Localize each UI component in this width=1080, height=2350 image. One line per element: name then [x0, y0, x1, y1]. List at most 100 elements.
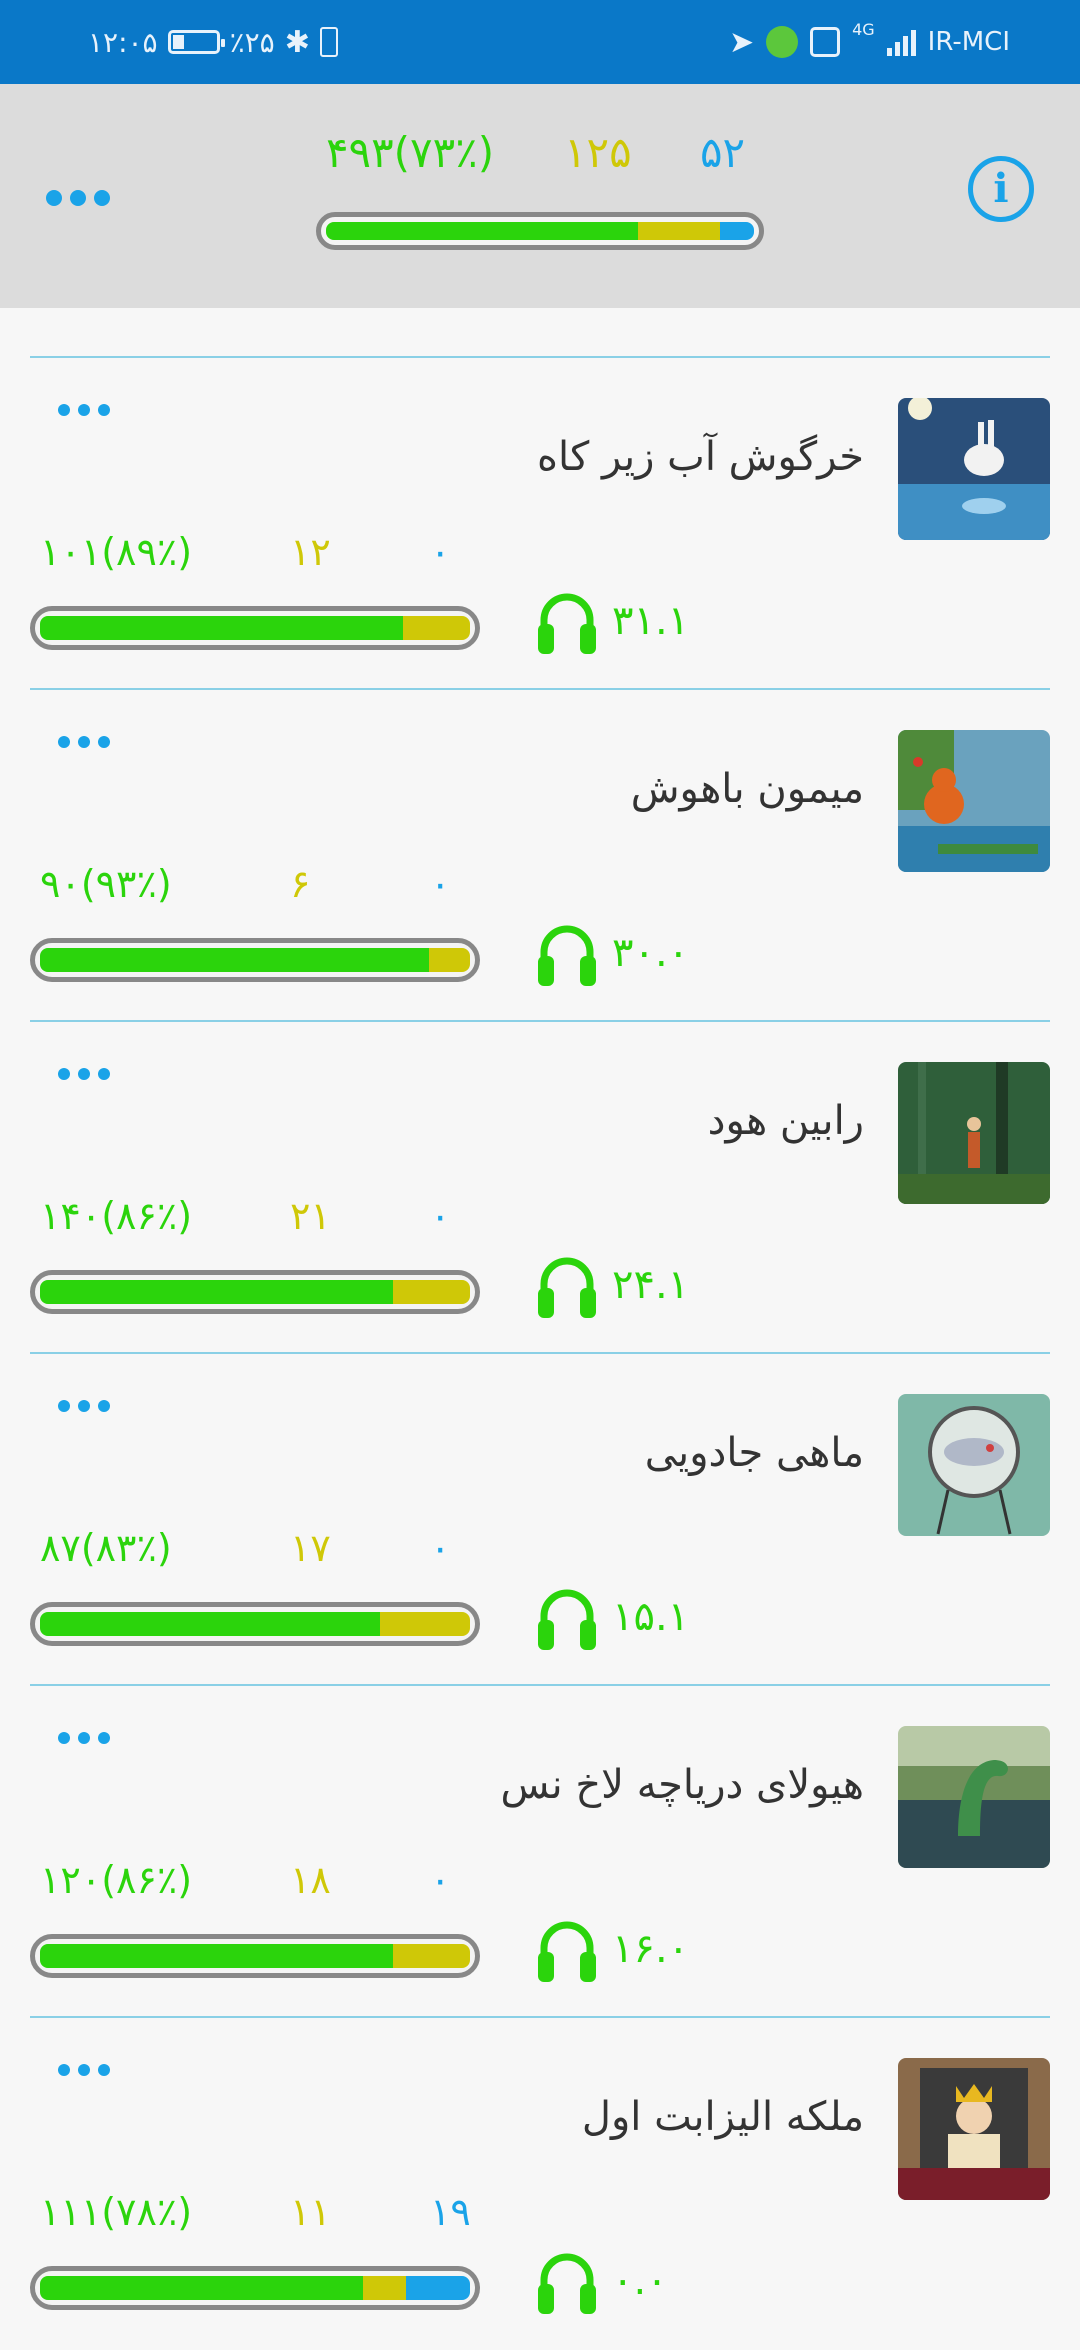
- story-item[interactable]: خرگوش آب زیر کاه ۱۰۱(۸۹٪) ۱۲ ۰ ۳۱.۱: [0, 358, 1080, 690]
- story-progress-bar: [30, 606, 480, 650]
- progress-yellow: [638, 222, 720, 240]
- clock: ۱۲:۰۵: [88, 25, 158, 59]
- story-yellow-count: ۱۸: [290, 1858, 331, 1902]
- progress-yellow: [392, 1280, 470, 1304]
- story-yellow-count: ۱۲: [290, 530, 331, 574]
- story-progress-bar: [30, 938, 480, 982]
- headphones-icon: [538, 2253, 596, 2314]
- story-green-count: ۱۴۰(۸۶٪): [40, 1194, 193, 1238]
- status-left: ۱۲:۰۵ ٪۲۵ ✱: [88, 20, 338, 64]
- headphones-icon: [538, 593, 596, 654]
- story-blue-count: ۱۹: [430, 2190, 471, 2234]
- carrier-name: IR-MCI: [927, 27, 1010, 57]
- summary-stats: ۴۹۳(۷۳٪) ۱۲۵ ۵۲: [320, 128, 760, 178]
- summary-progress-bar: [316, 212, 764, 250]
- listen-number: ۲۴.۱: [612, 1262, 690, 1308]
- story-stats: ۹۰(۹۳٪) ۶ ۰: [40, 862, 480, 912]
- progress-green: [40, 1280, 393, 1304]
- battery-icon: [167, 30, 225, 54]
- story-progress-bar: [30, 1602, 480, 1646]
- progress-green: [326, 222, 639, 240]
- story-item[interactable]: ملکه الیزابت اول ۱۱۱(۷۸٪) ۱۱ ۱۹ ۰.۰: [0, 2018, 1080, 2350]
- listen-count: ۰.۰: [536, 2246, 668, 2316]
- story-title: ماهی جادویی: [644, 1430, 864, 1476]
- story-title: رابین هود: [707, 1098, 864, 1144]
- battery-percent: ٪۲۵: [229, 25, 275, 59]
- listen-number: ۳۱.۱: [612, 598, 690, 644]
- story-title: هیولای دریاچه لاخ نس: [500, 1762, 864, 1808]
- status-right: ➤ 4G IR-MCI: [729, 20, 1010, 64]
- progress-green: [40, 948, 430, 972]
- story-green-count: ۹۰(۹۳٪): [40, 862, 172, 906]
- story-progress-bar: [30, 1270, 480, 1314]
- listen-number: ۱۶.۰: [612, 1926, 690, 1972]
- summary-yellow-count: ۱۲۵: [564, 128, 632, 177]
- story-stats: ۱۴۰(۸۶٪) ۲۱ ۰: [40, 1194, 480, 1244]
- story-blue-count: ۰: [430, 1526, 451, 1570]
- story-yellow-count: ۶: [290, 862, 311, 906]
- story-blue-count: ۰: [430, 862, 451, 906]
- story-thumbnail[interactable]: [898, 398, 1050, 540]
- item-more-dots-icon[interactable]: [58, 404, 110, 416]
- listen-number: ۳۰.۰: [612, 930, 690, 976]
- story-progress-bar: [30, 1934, 480, 1978]
- headphones-icon: [538, 925, 596, 986]
- story-item[interactable]: هیولای دریاچه لاخ نس ۱۲۰(۸۶٪) ۱۸ ۰ ۱۶.۰: [0, 1686, 1080, 2018]
- signal-icon: [886, 28, 916, 56]
- listen-count: ۳۱.۱: [536, 586, 689, 656]
- story-title: ملکه الیزابت اول: [581, 2094, 864, 2140]
- listen-number: ۱۵.۱: [612, 1594, 690, 1640]
- story-item[interactable]: ماهی جادویی ۸۷(۸۳٪) ۱۷ ۰ ۱۵.۱: [0, 1354, 1080, 1686]
- story-green-count: ۱۲۰(۸۶٪): [40, 1858, 193, 1902]
- listen-number: ۰.۰: [612, 2258, 668, 2304]
- network-gen: 4G: [852, 20, 875, 39]
- story-green-count: ۱۰۱(۸۹٪): [40, 530, 193, 574]
- headphones-icon: [538, 1921, 596, 1982]
- item-more-dots-icon[interactable]: [58, 2064, 110, 2076]
- listen-count: ۱۵.۱: [536, 1582, 689, 1652]
- status-bar: ۱۲:۰۵ ٪۲۵ ✱ ➤ 4G IR-MCI: [0, 0, 1080, 84]
- item-more-dots-icon[interactable]: [58, 1400, 110, 1412]
- progress-blue: [719, 222, 754, 240]
- progress-yellow: [429, 948, 470, 972]
- story-yellow-count: ۱۷: [290, 1526, 331, 1570]
- item-more-dots-icon[interactable]: [58, 1068, 110, 1080]
- story-thumbnail[interactable]: [898, 1394, 1050, 1536]
- story-progress-bar: [30, 2266, 480, 2310]
- story-title: خرگوش آب زیر کاه: [537, 434, 864, 480]
- app-notification-icon-2: [810, 27, 841, 57]
- progress-yellow: [392, 1944, 470, 1968]
- story-blue-count: ۰: [430, 1858, 451, 1902]
- story-thumbnail[interactable]: [898, 2058, 1050, 2200]
- progress-green: [40, 1612, 380, 1636]
- story-thumbnail[interactable]: [898, 730, 1050, 872]
- progress-blue: [405, 2276, 470, 2300]
- info-icon[interactable]: i: [968, 156, 1034, 222]
- story-green-count: ۱۱۱(۷۸٪): [40, 2190, 193, 2234]
- battery-saver-icon: [319, 27, 338, 57]
- item-more-dots-icon[interactable]: [58, 1732, 110, 1744]
- progress-green: [40, 2276, 363, 2300]
- story-thumbnail[interactable]: [898, 1726, 1050, 1868]
- listen-count: ۱۶.۰: [536, 1914, 689, 1984]
- more-dots-icon[interactable]: [46, 190, 110, 206]
- story-item[interactable]: رابین هود ۱۴۰(۸۶٪) ۲۱ ۰ ۲۴.۱: [0, 1022, 1080, 1354]
- telegram-icon: ➤: [728, 24, 755, 60]
- summary-header: ۴۹۳(۷۳٪) ۱۲۵ ۵۲ i: [0, 84, 1080, 308]
- story-thumbnail[interactable]: [898, 1062, 1050, 1204]
- listen-count: ۲۴.۱: [536, 1250, 689, 1320]
- story-item[interactable]: میمون باهوش ۹۰(۹۳٪) ۶ ۰ ۳۰.۰: [0, 690, 1080, 1022]
- listen-count: ۳۰.۰: [536, 918, 689, 988]
- story-stats: ۱۱۱(۷۸٪) ۱۱ ۱۹: [40, 2190, 480, 2240]
- item-more-dots-icon[interactable]: [58, 736, 110, 748]
- story-stats: ۱۲۰(۸۶٪) ۱۸ ۰: [40, 1858, 480, 1908]
- summary-green-count: ۴۹۳(۷۳٪): [326, 128, 495, 177]
- headphones-icon: [538, 1589, 596, 1650]
- story-stats: ۸۷(۸۳٪) ۱۷ ۰: [40, 1526, 480, 1576]
- story-green-count: ۸۷(۸۳٪): [40, 1526, 172, 1570]
- bluetooth-icon: ✱: [284, 24, 310, 60]
- story-stats: ۱۰۱(۸۹٪) ۱۲ ۰: [40, 530, 480, 580]
- app-notification-icon: [766, 26, 799, 58]
- story-title: میمون باهوش: [630, 766, 864, 812]
- story-blue-count: ۰: [430, 1194, 451, 1238]
